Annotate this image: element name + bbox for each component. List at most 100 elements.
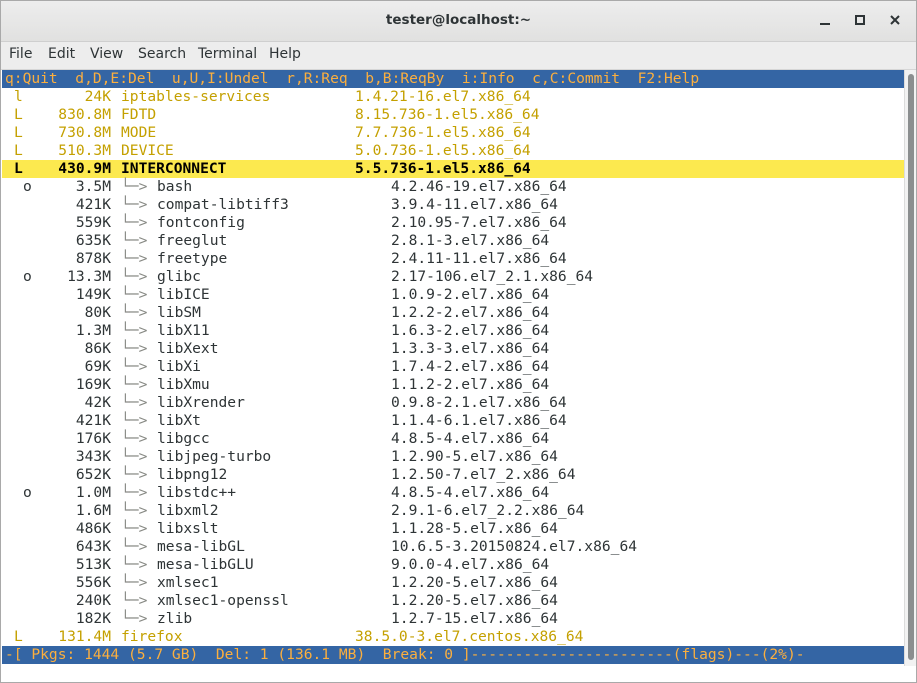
package-version: 8.15.736-1.el5.x86_64 bbox=[355, 106, 540, 123]
package-row[interactable]: l 24K iptables-services 1.4.21-16.el7.x86_6… bbox=[2, 88, 904, 106]
dependency-row[interactable]: 42K └─> libXrender 0.9.8-2.1.el7.x86_64 bbox=[2, 394, 904, 412]
dependency-size: 86K bbox=[84, 340, 111, 357]
package-flag: l bbox=[14, 88, 23, 105]
dependency-size: 149K bbox=[75, 286, 111, 303]
dependency-row[interactable]: 556K └─> xmlsec1 1.2.20-5.el7.x86_64 bbox=[2, 574, 904, 592]
dependency-size: 80K bbox=[84, 304, 111, 321]
dependency-name: libSM bbox=[157, 304, 201, 321]
dependency-version: 1.2.20-5.el7.x86_64 bbox=[391, 574, 558, 591]
dependency-name: libxml2 bbox=[157, 502, 219, 519]
dependency-version: 9.0.0-4.el7.x86_64 bbox=[391, 556, 550, 573]
dependency-row[interactable]: o 3.5M └─> bash 4.2.46-19.el7.x86_64 bbox=[2, 178, 904, 196]
dependency-row[interactable]: 1.3M └─> libX11 1.6.3-2.el7.x86_64 bbox=[2, 322, 904, 340]
dependency-row[interactable]: 421K └─> compat-libtiff3 3.9.4-11.el7.x86_… bbox=[2, 196, 904, 214]
tree-branch-icon: └─> bbox=[121, 340, 157, 357]
close-icon[interactable] bbox=[886, 11, 904, 29]
minimize-icon[interactable] bbox=[816, 11, 834, 29]
dependency-name: libstdc++ bbox=[157, 484, 237, 501]
tree-branch-icon: └─> bbox=[121, 394, 157, 411]
menu-terminal[interactable]: Terminal bbox=[198, 46, 257, 62]
dependency-version: 2.8.1-3.el7.x86_64 bbox=[391, 232, 550, 249]
dependency-name: libXi bbox=[157, 358, 201, 375]
maximize-icon[interactable] bbox=[851, 11, 869, 29]
dependency-name: bash bbox=[157, 178, 193, 195]
menu-search[interactable]: Search bbox=[138, 46, 186, 62]
dependency-version: 1.6.3-2.el7.x86_64 bbox=[391, 322, 550, 339]
terminal-area[interactable]: q:Quit d,D,E:Del u,U,I:Undel r,R:Req b,B… bbox=[2, 70, 904, 666]
tree-branch-icon: └─> bbox=[121, 268, 157, 285]
package-size: 430.9M bbox=[58, 160, 111, 177]
dependency-name: freetype bbox=[157, 250, 228, 267]
dependency-name: glibc bbox=[157, 268, 201, 285]
dependency-row[interactable]: 69K └─> libXi 1.7.4-2.el7.x86_64 bbox=[2, 358, 904, 376]
dependency-name: libXt bbox=[157, 412, 201, 429]
dependency-row[interactable]: 149K └─> libICE 1.0.9-2.el7.x86_64 bbox=[2, 286, 904, 304]
package-row[interactable]: L 131.4M firefox 38.5.0-3.el7.centos.x86_64 bbox=[2, 628, 904, 646]
tree-branch-icon: └─> bbox=[121, 556, 157, 573]
dependency-row[interactable]: 643K └─> mesa-libGL 10.6.5-3.20150824.el7.… bbox=[2, 538, 904, 556]
dependency-flag: o bbox=[23, 178, 32, 195]
dependency-row[interactable]: 182K └─> zlib 1.2.7-15.el7.x86_64 bbox=[2, 610, 904, 628]
package-name: iptables-services bbox=[121, 88, 271, 105]
title-bar[interactable]: tester@localhost:~ bbox=[1, 1, 916, 42]
dependency-row[interactable]: 635K └─> freeglut 2.8.1-3.el7.x86_64 bbox=[2, 232, 904, 250]
package-version: 1.4.21-16.el7.x86_64 bbox=[355, 88, 531, 105]
menu-file[interactable]: File bbox=[9, 46, 32, 62]
dependency-row[interactable]: 343K └─> libjpeg-turbo 1.2.90-5.el7.x86_64 bbox=[2, 448, 904, 466]
package-row[interactable]: L 830.8M FDTD 8.15.736-1.el5.x86_64 bbox=[2, 106, 904, 124]
menu-bar: File Edit View Search Terminal Help bbox=[1, 42, 916, 70]
package-name: INTERCONNECT bbox=[121, 160, 227, 177]
dependency-version: 10.6.5-3.20150824.el7.x86_64 bbox=[391, 538, 638, 555]
dependency-size: 652K bbox=[75, 466, 111, 483]
package-version: 7.7.736-1.el5.x86_64 bbox=[355, 124, 531, 141]
package-size: 131.4M bbox=[58, 628, 111, 645]
dependency-size: 513K bbox=[75, 556, 111, 573]
dependency-name: libX11 bbox=[157, 322, 210, 339]
dependency-row[interactable]: 80K └─> libSM 1.2.2-2.el7.x86_64 bbox=[2, 304, 904, 322]
tree-branch-icon: └─> bbox=[121, 250, 157, 267]
dependency-size: 240K bbox=[75, 592, 111, 609]
menu-help[interactable]: Help bbox=[269, 46, 301, 62]
scrollbar[interactable] bbox=[904, 70, 916, 666]
package-name: firefox bbox=[121, 628, 183, 645]
dependency-row[interactable]: 421K └─> libXt 1.1.4-6.1.el7.x86_64 bbox=[2, 412, 904, 430]
dependency-row[interactable]: 169K └─> libXmu 1.1.2-2.el7.x86_64 bbox=[2, 376, 904, 394]
dependency-row[interactable]: 1.6M └─> libxml2 2.9.1-6.el7_2.2.x86_64 bbox=[2, 502, 904, 520]
selected-package-row[interactable]: L 430.9M INTERCONNECT 5.5.736-1.el5.x86_64 bbox=[2, 160, 904, 178]
keybinding-bar[interactable]: q:Quit d,D,E:Del u,U,I:Undel r,R:Req b,B… bbox=[2, 70, 904, 88]
dependency-row[interactable]: 878K └─> freetype 2.4.11-11.el7.x86_64 bbox=[2, 250, 904, 268]
dependency-row[interactable]: o 1.0M └─> libstdc++ 4.8.5-4.el7.x86_64 bbox=[2, 484, 904, 502]
dependency-row[interactable]: 513K └─> mesa-libGLU 9.0.0-4.el7.x86_64 bbox=[2, 556, 904, 574]
dependency-size: 486K bbox=[75, 520, 111, 537]
dependency-version: 4.2.46-19.el7.x86_64 bbox=[391, 178, 567, 195]
scrollbar-thumb[interactable] bbox=[908, 74, 914, 660]
dependency-row[interactable]: 86K └─> libXext 1.3.3-3.el7.x86_64 bbox=[2, 340, 904, 358]
dependency-row[interactable]: 486K └─> libxslt 1.1.28-5.el7.x86_64 bbox=[2, 520, 904, 538]
dependency-row[interactable]: 559K └─> fontconfig 2.10.95-7.el7.x86_64 bbox=[2, 214, 904, 232]
dependency-name: mesa-libGL bbox=[157, 538, 245, 555]
package-row[interactable]: L 730.8M MODE 7.7.736-1.el5.x86_64 bbox=[2, 124, 904, 142]
status-bar[interactable]: -[ Pkgs: 1444 (5.7 GB) Del: 1 (136.1 MB)… bbox=[2, 646, 904, 664]
menu-edit[interactable]: Edit bbox=[48, 46, 75, 62]
dependency-name: xmlsec1 bbox=[157, 574, 219, 591]
dependency-name: zlib bbox=[157, 610, 193, 627]
tree-branch-icon: └─> bbox=[121, 304, 157, 321]
status-text: -[ Pkgs: 1444 (5.7 GB) Del: 1 (136.1 MB)… bbox=[5, 646, 805, 663]
package-row[interactable]: L 510.3M DEVICE 5.0.736-1.el5.x86_64 bbox=[2, 142, 904, 160]
package-flag: L bbox=[14, 160, 23, 177]
dependency-flag: o bbox=[23, 268, 32, 285]
dependency-row[interactable]: 176K └─> libgcc 4.8.5-4.el7.x86_64 bbox=[2, 430, 904, 448]
dependency-row[interactable]: 240K └─> xmlsec1-openssl 1.2.20-5.el7.x86_… bbox=[2, 592, 904, 610]
dependency-row[interactable]: 652K └─> libpng12 1.2.50-7.el7_2.x86_64 bbox=[2, 466, 904, 484]
package-flag: L bbox=[14, 142, 23, 159]
dependency-version: 2.4.11-11.el7.x86_64 bbox=[391, 250, 567, 267]
menu-view[interactable]: View bbox=[90, 46, 123, 62]
dependency-size: 643K bbox=[75, 538, 111, 555]
package-flag: L bbox=[14, 124, 23, 141]
dependency-size: 421K bbox=[75, 412, 111, 429]
tree-branch-icon: └─> bbox=[121, 520, 157, 537]
dependency-size: 1.0M bbox=[75, 484, 111, 501]
dependency-row[interactable]: o 13.3M └─> glibc 2.17-106.el7_2.1.x86_64 bbox=[2, 268, 904, 286]
dependency-size: 182K bbox=[75, 610, 111, 627]
tree-branch-icon: └─> bbox=[121, 484, 157, 501]
